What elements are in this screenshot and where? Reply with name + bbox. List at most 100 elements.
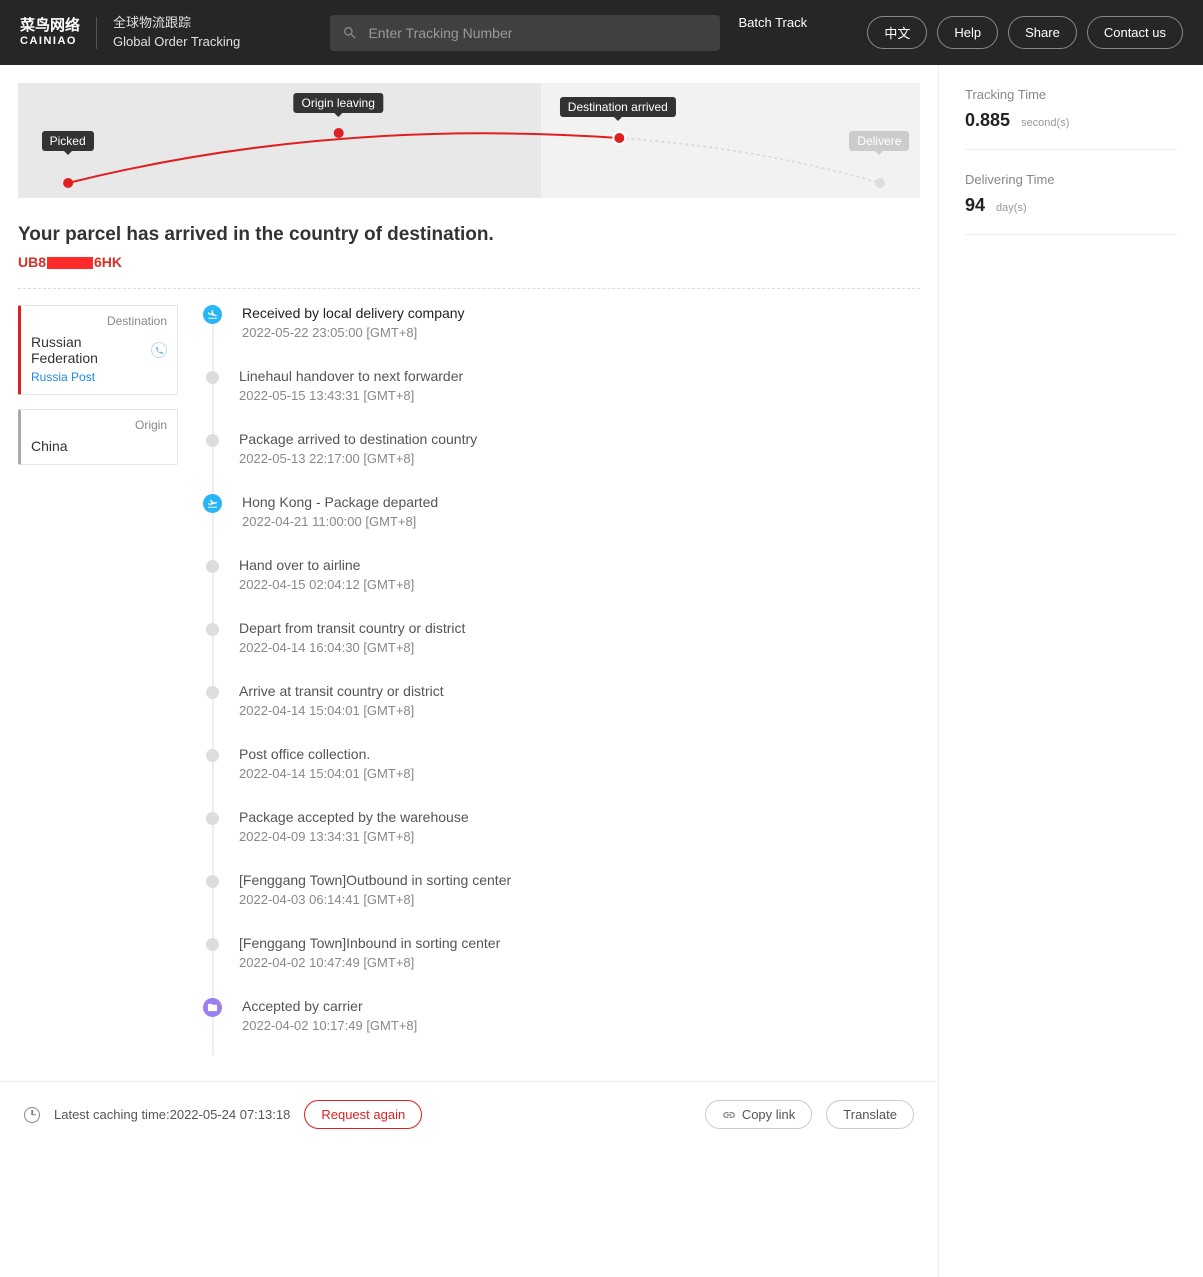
header-buttons: 中文 Help Share Contact us: [867, 16, 1183, 49]
plane-takeoff-icon: [203, 494, 222, 513]
timeline-title: Accepted by carrier: [242, 998, 920, 1014]
timeline-content: Arrive at transit country or district202…: [239, 683, 920, 718]
tracking-prefix: UB8: [18, 254, 46, 270]
timeline-dot-icon: [206, 686, 219, 699]
cache-text: Latest caching time:2022-05-24 07:13:18: [54, 1107, 290, 1122]
timeline-item: Post office collection.2022-04-14 15:04:…: [206, 746, 920, 809]
delivering-time-value: 94 day(s): [965, 195, 1177, 216]
timeline-item: Package arrived to destination country 20…: [206, 431, 920, 494]
timeline-time: 2022-05-22 23:05:00 [GMT+8]: [242, 325, 920, 340]
delivering-time-unit: day(s): [996, 202, 1027, 214]
timeline-title: [Fenggang Town]Inbound in sorting center: [239, 935, 920, 951]
timeline-item: Package accepted by the warehouse2022-04…: [206, 809, 920, 872]
timeline-dot-icon: [206, 560, 219, 573]
timeline-time: 2022-04-03 06:14:41 [GMT+8]: [239, 892, 920, 907]
main-column: Picked Origin leaving Destination arrive…: [0, 65, 938, 1277]
tracking-number: UB8 6HK: [18, 254, 920, 270]
search-wrap: Batch Track: [256, 15, 851, 51]
timeline-item: Hong Kong - Package departed 2022-04-21 1…: [206, 494, 920, 557]
subtitle-cn: 全球物流跟踪: [113, 14, 240, 32]
timeline-content: [Fenggang Town]Inbound in sorting center…: [239, 935, 920, 970]
logo-divider: [96, 17, 97, 49]
timeline-item: Hand over to airline 2022-04-15 02:04:12 …: [206, 557, 920, 620]
timeline-dot-icon: [206, 875, 219, 888]
origin-card: Origin China: [18, 409, 178, 465]
progress-area: Picked Origin leaving Destination arrive…: [18, 83, 920, 198]
phone-icon[interactable]: [151, 342, 167, 358]
timeline-content: Depart from transit country or district 2…: [239, 620, 920, 655]
tracking-time-value: 0.885 second(s): [965, 110, 1177, 131]
origin-tag: Origin: [31, 418, 167, 432]
delivering-time-section: Delivering Time 94 day(s): [965, 172, 1177, 235]
plane-landing-icon: [203, 305, 222, 324]
timeline-title: Hand over to airline: [239, 557, 920, 573]
sidebar-right: Tracking Time 0.885 second(s) Delivering…: [938, 65, 1203, 1277]
timeline-dot-icon: [206, 623, 219, 636]
timeline-time: 2022-04-14 15:04:01 [GMT+8]: [239, 766, 920, 781]
timeline-time: 2022-04-14 16:04:30 [GMT+8]: [239, 640, 920, 655]
timeline-content: Hand over to airline 2022-04-15 02:04:12 …: [239, 557, 920, 592]
lang-button[interactable]: 中文: [867, 16, 927, 49]
status-heading: Your parcel has arrived in the country o…: [18, 224, 920, 246]
timeline-dot-icon: [206, 749, 219, 762]
timeline-content: Package arrived to destination country 20…: [239, 431, 920, 466]
origin-country-text: China: [31, 438, 68, 454]
delivering-time-label: Delivering Time: [965, 172, 1177, 187]
timeline-content: Package accepted by the warehouse2022-04…: [239, 809, 920, 844]
header-subtitle: 全球物流跟踪 Global Order Tracking: [113, 14, 240, 50]
body-row: Destination Russian Federation Russia Po…: [18, 305, 920, 1061]
stage-destination-arrived: Destination arrived: [560, 97, 676, 117]
timeline-title: Linehaul handover to next forwarder: [239, 368, 920, 384]
timeline-content: Accepted by carrier 2022-04-02 10:17:49 […: [242, 998, 920, 1033]
timeline-item: Arrive at transit country or district202…: [206, 683, 920, 746]
stage-origin-leaving: Origin leaving: [294, 93, 383, 113]
progress-curve: [18, 83, 920, 198]
logo-block: 菜鸟网络 CAINIAO 全球物流跟踪 Global Order Trackin…: [20, 14, 240, 50]
destination-tag: Destination: [31, 314, 167, 328]
timeline-time: 2022-04-21 11:00:00 [GMT+8]: [242, 514, 920, 529]
tracking-time-label: Tracking Time: [965, 87, 1177, 102]
destination-card: Destination Russian Federation Russia Po…: [18, 305, 178, 395]
tracking-suffix: 6HK: [94, 254, 122, 270]
contact-button[interactable]: Contact us: [1087, 16, 1183, 49]
timeline-time: 2022-04-09 13:34:31 [GMT+8]: [239, 829, 920, 844]
cards-column: Destination Russian Federation Russia Po…: [18, 305, 178, 1061]
timeline-content: Received by local delivery company2022-0…: [242, 305, 920, 340]
translate-button[interactable]: Translate: [826, 1100, 914, 1129]
subtitle-en: Global Order Tracking: [113, 33, 240, 51]
tracking-time-unit: second(s): [1021, 117, 1069, 129]
timeline-item: [Fenggang Town]Inbound in sorting center…: [206, 935, 920, 998]
batch-track-link[interactable]: Batch Track: [738, 15, 807, 51]
timeline-title: Package arrived to destination country: [239, 431, 920, 447]
search-input[interactable]: [368, 25, 708, 41]
search-box[interactable]: [330, 15, 720, 51]
footer-bar: Latest caching time:2022-05-24 07:13:18 …: [0, 1081, 938, 1147]
timeline-title: Depart from transit country or district: [239, 620, 920, 636]
tracking-time-number: 0.885: [965, 110, 1010, 130]
page-body: Picked Origin leaving Destination arrive…: [0, 65, 1203, 1277]
copy-link-button[interactable]: Copy link: [705, 1100, 812, 1129]
link-icon: [722, 1108, 736, 1122]
stage-picked: Picked: [42, 131, 94, 151]
timeline-time: 2022-04-15 02:04:12 [GMT+8]: [239, 577, 920, 592]
timeline-time: 2022-04-02 10:17:49 [GMT+8]: [242, 1018, 920, 1033]
timeline-title: Hong Kong - Package departed: [242, 494, 920, 510]
timeline: Received by local delivery company2022-0…: [206, 305, 920, 1061]
share-button[interactable]: Share: [1008, 16, 1077, 49]
clock-icon: [24, 1107, 40, 1123]
logo[interactable]: 菜鸟网络 CAINIAO: [20, 18, 80, 47]
destination-country-text: Russian Federation: [31, 334, 151, 366]
tracking-time-section: Tracking Time 0.885 second(s): [965, 87, 1177, 150]
timeline-time: 2022-05-13 22:17:00 [GMT+8]: [239, 451, 920, 466]
divider: [18, 288, 920, 289]
help-button[interactable]: Help: [937, 16, 998, 49]
timeline-dot-icon: [206, 371, 219, 384]
timeline-content: Hong Kong - Package departed 2022-04-21 1…: [242, 494, 920, 529]
stage-delivered: Delivere: [849, 131, 909, 151]
logo-cn: 菜鸟网络: [20, 18, 80, 35]
timeline-item: Linehaul handover to next forwarder2022-…: [206, 368, 920, 431]
destination-carrier-link[interactable]: Russia Post: [31, 370, 167, 384]
request-again-button[interactable]: Request again: [304, 1100, 422, 1129]
header: 菜鸟网络 CAINIAO 全球物流跟踪 Global Order Trackin…: [0, 0, 1203, 65]
timeline-dot-icon: [206, 938, 219, 951]
